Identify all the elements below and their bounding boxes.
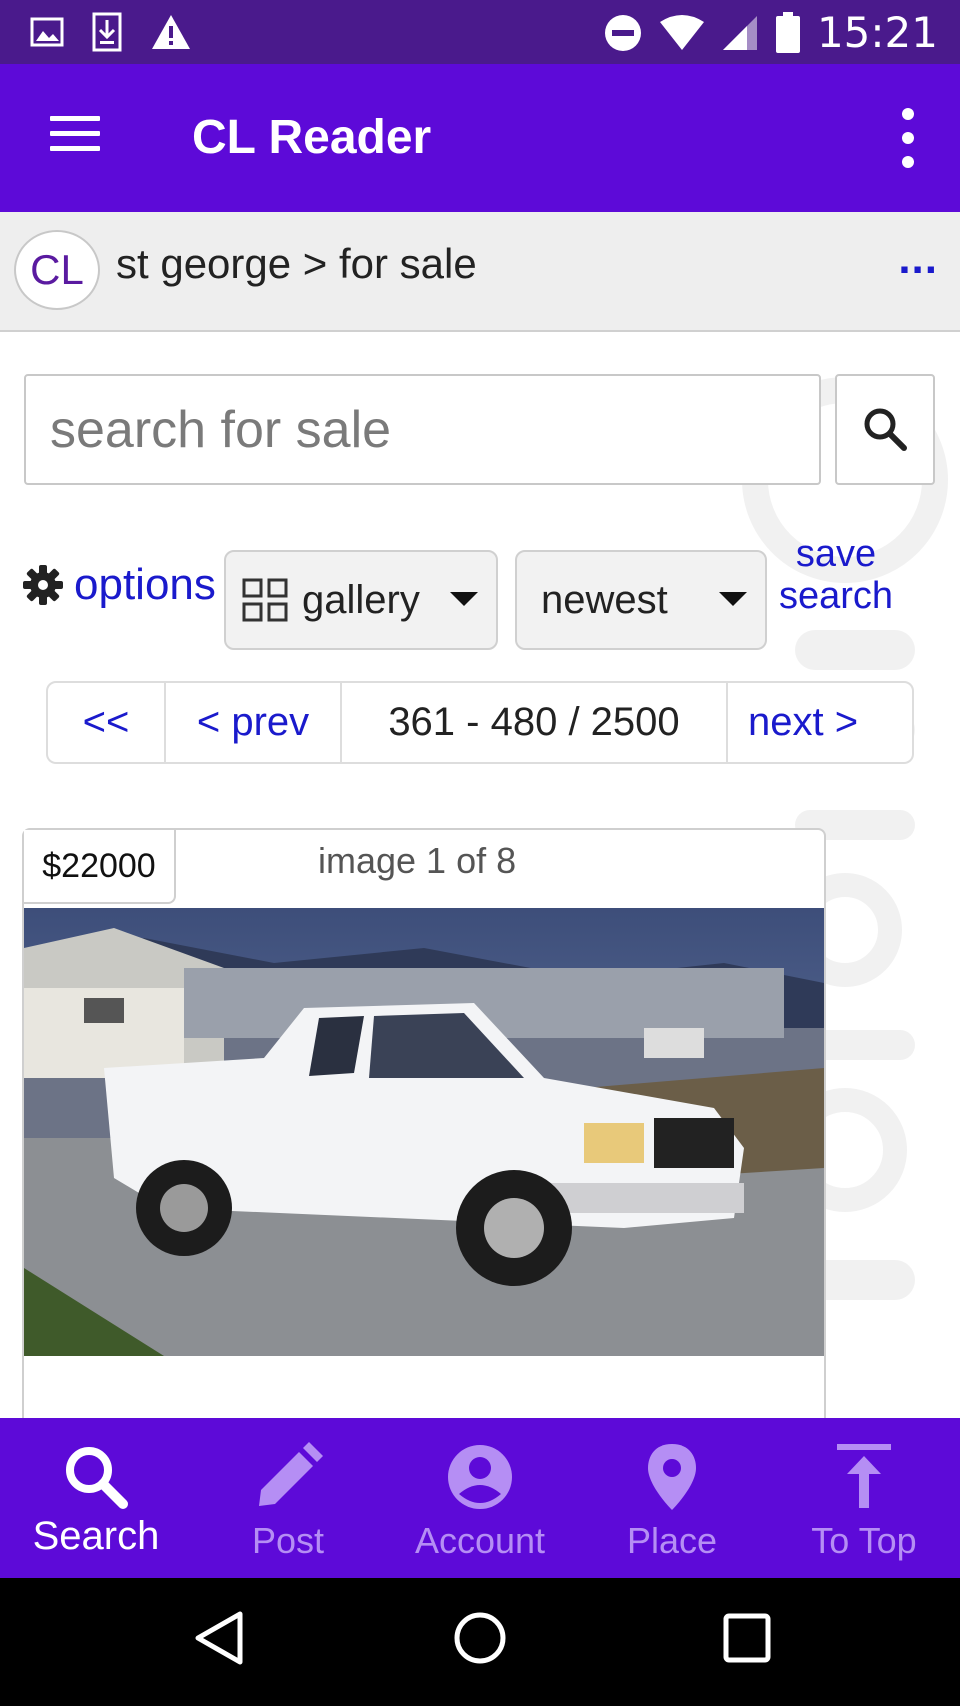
warning-icon — [152, 15, 190, 49]
recents-icon[interactable] — [720, 1608, 776, 1668]
options-button[interactable]: options — [22, 560, 216, 610]
status-bar: 15:21 — [0, 0, 960, 64]
app-title: CL Reader — [192, 111, 432, 164]
nav-account[interactable]: Account — [384, 1418, 576, 1578]
sort-value: newest — [541, 578, 668, 622]
breadcrumb-bar: CL st george > for sale ... — [0, 212, 960, 332]
nav-label: Account — [414, 1520, 546, 1561]
price-badge: $22000 — [24, 830, 176, 904]
search-icon — [66, 1447, 128, 1509]
more-vert-icon[interactable] — [896, 108, 920, 168]
search-button[interactable] — [835, 374, 935, 485]
account-circle-icon — [448, 1445, 512, 1509]
grid-view-icon — [242, 578, 288, 622]
image-counter: image 1 of 8 — [318, 840, 517, 881]
arrow-up-to-top-icon — [837, 1444, 891, 1508]
nav-label: To Top — [811, 1520, 917, 1561]
nav-post[interactable]: Post — [192, 1418, 384, 1578]
nav-label: Post — [251, 1520, 325, 1561]
sort-select[interactable]: newest — [515, 550, 767, 650]
hamburger-menu-icon[interactable] — [44, 110, 106, 160]
signal-icon — [722, 15, 757, 50]
nav-label: Place — [626, 1520, 718, 1561]
chevron-down-icon — [450, 592, 478, 606]
next-page-button[interactable]: next > — [728, 683, 912, 762]
clock: 15:21 — [816, 8, 938, 57]
system-status-icons: 15:21 — [603, 8, 938, 57]
breadcrumb-more-button[interactable]: ... — [898, 234, 938, 284]
wifi-icon — [659, 14, 704, 50]
listing-photo[interactable] — [24, 908, 824, 1356]
nav-place[interactable]: Place — [576, 1418, 768, 1578]
bottom-navigation: Search Post Account Place To Top — [0, 1418, 960, 1578]
options-label: options — [74, 560, 216, 609]
chevron-down-icon — [719, 592, 747, 606]
nav-search[interactable]: Search — [0, 1418, 192, 1578]
view-mode-value: gallery — [302, 578, 420, 622]
do-not-disturb-icon — [604, 14, 641, 51]
back-icon[interactable] — [190, 1608, 246, 1668]
prev-page-button[interactable]: < prev — [166, 683, 342, 762]
gear-icon — [23, 565, 63, 605]
notification-icons — [30, 12, 192, 52]
battery-icon — [775, 11, 800, 53]
search-input[interactable] — [24, 374, 821, 485]
location-pin-icon — [648, 1444, 696, 1510]
pencil-icon — [259, 1442, 323, 1506]
listing-card[interactable]: $22000 image 1 of 8 — [22, 828, 826, 1428]
search-icon — [864, 408, 907, 451]
download-icon — [92, 12, 122, 52]
save-search-link[interactable]: save search — [776, 533, 896, 617]
truck-photo — [24, 908, 824, 1356]
breadcrumb[interactable]: st george > for sale — [116, 240, 477, 288]
image-icon — [30, 17, 64, 47]
nav-to-top[interactable]: To Top — [768, 1418, 960, 1578]
view-mode-select[interactable]: gallery — [224, 550, 498, 650]
cl-logo[interactable]: CL — [14, 230, 100, 310]
page-range: 361 - 480 / 2500 — [342, 683, 728, 762]
app-bar: CL Reader — [0, 64, 960, 212]
home-icon[interactable] — [452, 1608, 508, 1668]
first-page-button[interactable]: << — [48, 683, 166, 762]
system-navigation-bar — [0, 1578, 960, 1706]
pagination: << < prev 361 - 480 / 2500 next > — [46, 681, 914, 764]
nav-label: Search — [32, 1514, 160, 1558]
